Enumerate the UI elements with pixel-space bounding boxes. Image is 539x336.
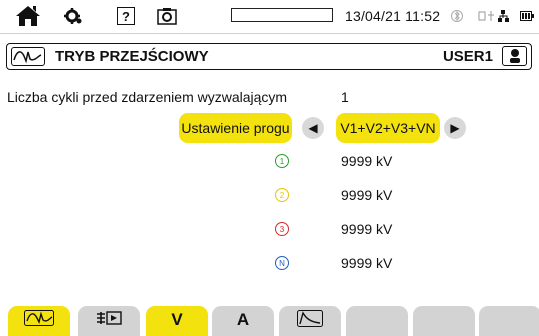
tab-inrush[interactable]: [78, 306, 140, 336]
threshold-setting-button[interactable]: Ustawienie progu: [179, 113, 292, 143]
cycles-value[interactable]: 1: [341, 89, 349, 105]
bluetooth-icon: [450, 4, 464, 28]
tab-current-label: A: [236, 310, 250, 329]
tab-voltage[interactable]: V: [146, 306, 208, 336]
phase-2-icon: 2: [275, 188, 289, 202]
transient-wave-icon: [24, 310, 54, 326]
phase-3-threshold[interactable]: 9999 kV: [341, 221, 392, 237]
user-label: USER1: [442, 48, 493, 65]
status-bar: ? 13/04/21 11:52: [0, 0, 539, 34]
transient-wave-icon: [11, 47, 45, 66]
tab-voltage-label: V: [171, 310, 183, 329]
phase-3-icon: 3: [275, 222, 289, 236]
phase-n-icon: N: [275, 256, 289, 270]
tab-empty-1[interactable]: [346, 306, 408, 336]
cycles-label: Liczba cykli przed zdarzeniem wyzwalając…: [7, 89, 288, 105]
right-arrow-button[interactable]: ▶: [444, 117, 466, 139]
user-icon[interactable]: [502, 46, 527, 66]
camera-icon[interactable]: [155, 4, 179, 28]
help-icon[interactable]: ?: [115, 4, 137, 28]
home-icon[interactable]: [12, 4, 44, 28]
phase-1-threshold[interactable]: 9999 kV: [341, 153, 392, 169]
usb-network-icon: [478, 4, 514, 28]
right-arrow-icon: ▶: [450, 121, 460, 135]
channel-selector[interactable]: V1+V2+V3+VN: [336, 113, 440, 143]
left-arrow-icon: ◀: [308, 121, 318, 135]
phase-1-icon: 1: [275, 154, 289, 168]
phase-n-threshold[interactable]: 9999 kV: [341, 255, 392, 271]
decay-curve-icon: [297, 310, 323, 327]
left-arrow-button[interactable]: ◀: [302, 117, 324, 139]
tab-empty-2[interactable]: [413, 306, 475, 336]
progress-bar: [231, 8, 333, 22]
tab-transient-mode[interactable]: [8, 306, 70, 336]
tab-decay[interactable]: [279, 306, 341, 336]
inrush-icon: [97, 311, 122, 325]
settings-gear-icon[interactable]: [61, 4, 85, 28]
battery-icon: [519, 4, 535, 28]
tab-empty-3[interactable]: [479, 306, 539, 336]
page-title: TRYB PRZEJŚCIOWY: [55, 48, 209, 65]
datetime: 13/04/21 11:52: [345, 8, 441, 24]
help-glyph: ?: [117, 7, 135, 25]
tab-current[interactable]: A: [212, 306, 274, 336]
title-bar: TRYB PRZEJŚCIOWY USER1: [6, 43, 532, 70]
bottom-tab-bar: V A: [0, 306, 539, 336]
phase-2-threshold[interactable]: 9999 kV: [341, 187, 392, 203]
